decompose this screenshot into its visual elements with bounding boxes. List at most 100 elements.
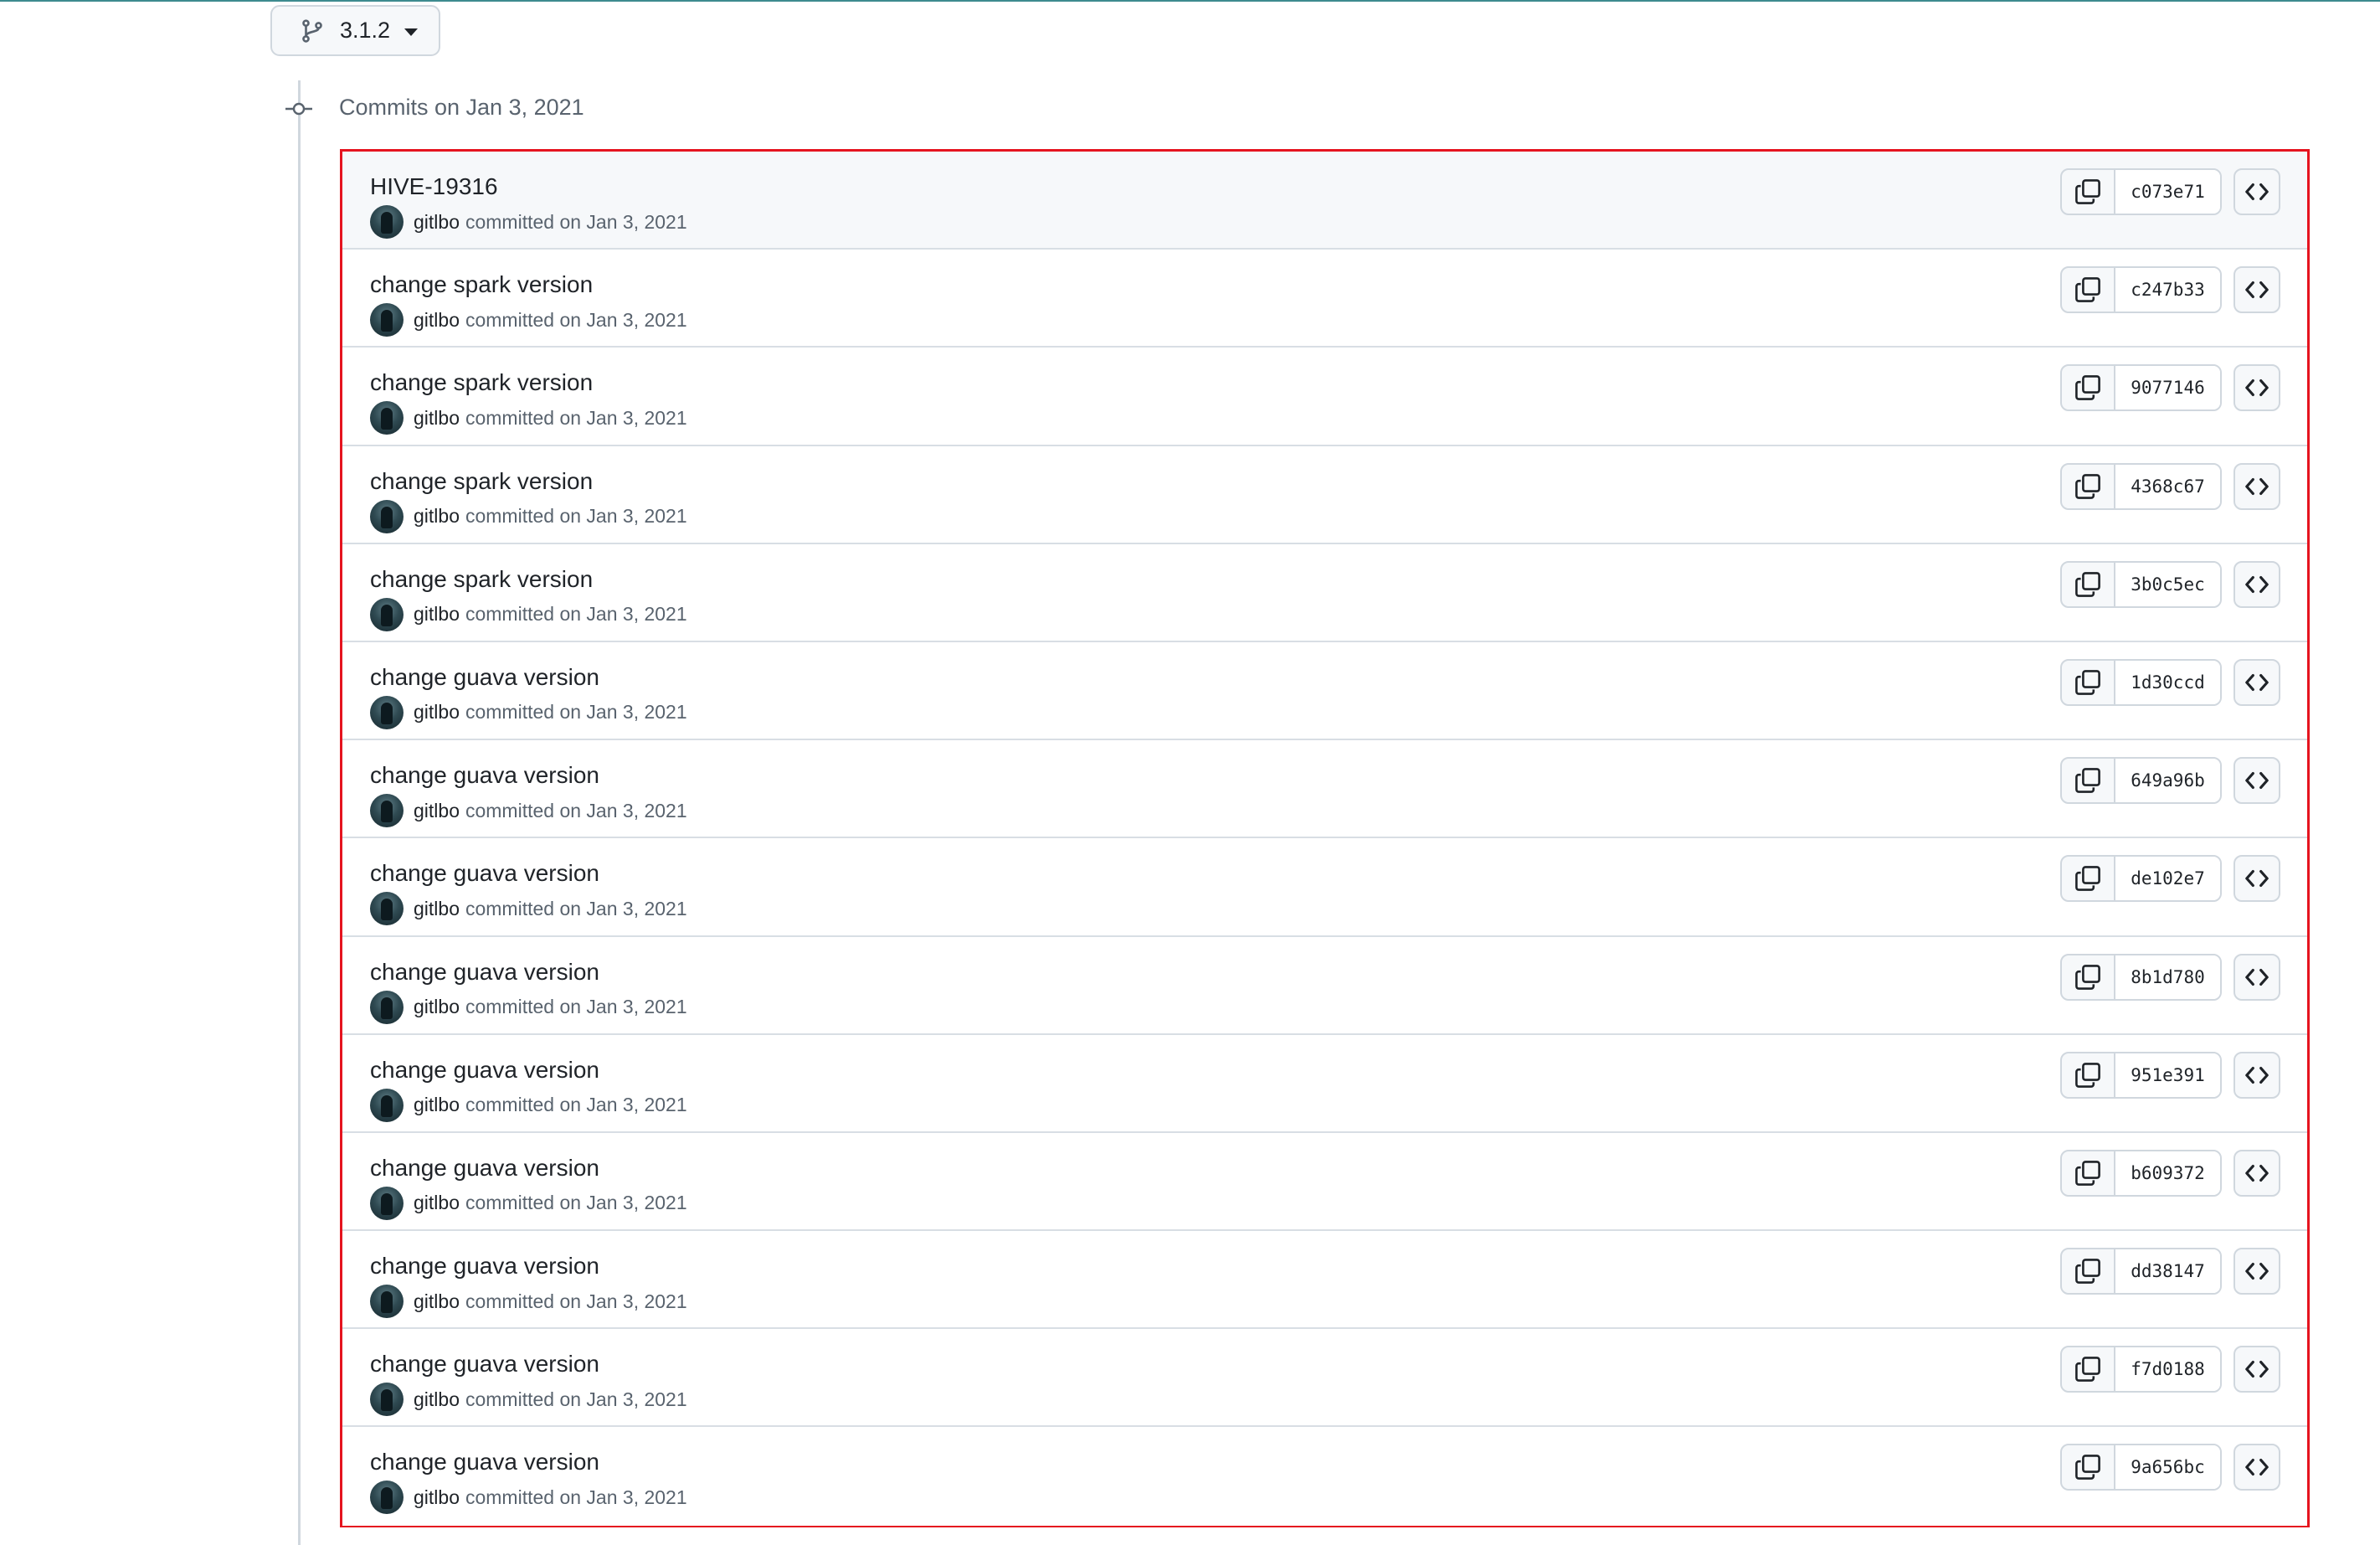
copy-sha-button[interactable] xyxy=(2062,464,2115,508)
avatar[interactable] xyxy=(370,695,404,729)
commit-sha-link[interactable]: c073e71 xyxy=(2115,170,2220,214)
avatar[interactable] xyxy=(370,794,404,828)
author-link[interactable]: gitlbo xyxy=(414,800,460,822)
commit-meta: gitlbo committed on Jan 3, 2021 xyxy=(370,303,687,337)
top-border xyxy=(0,0,2380,2)
avatar[interactable] xyxy=(370,1383,404,1417)
avatar[interactable] xyxy=(370,1186,404,1220)
browse-repository-button[interactable] xyxy=(2233,855,2280,903)
author-link[interactable]: gitlbo xyxy=(414,309,460,332)
avatar[interactable] xyxy=(370,1088,404,1122)
copy-sha-button[interactable] xyxy=(2062,1249,2115,1294)
commit-date: committed on Jan 3, 2021 xyxy=(465,1290,687,1312)
browse-repository-button[interactable] xyxy=(2233,168,2280,215)
avatar[interactable] xyxy=(370,990,404,1024)
commit-sha-link[interactable]: 9a656bc xyxy=(2115,1445,2220,1490)
git-branch-icon xyxy=(302,18,322,43)
commit-title-link[interactable]: change guava version xyxy=(370,762,599,789)
commit-title-link[interactable]: change guava version xyxy=(370,1449,599,1475)
avatar[interactable] xyxy=(370,892,404,926)
browse-repository-button[interactable] xyxy=(2233,266,2280,314)
author-link[interactable]: gitlbo xyxy=(414,898,460,920)
commit-meta: gitlbo committed on Jan 3, 2021 xyxy=(370,205,687,239)
author-link[interactable]: gitlbo xyxy=(414,505,460,528)
copy-sha-button[interactable] xyxy=(2062,170,2115,214)
commit-sha-group: c073e71 xyxy=(2060,168,2222,215)
commit-sha-link[interactable]: de102e7 xyxy=(2115,857,2220,901)
author-link[interactable]: gitlbo xyxy=(414,701,460,724)
commit-row: change guava version gitlbo committed on… xyxy=(342,1329,2307,1428)
copy-sha-button[interactable] xyxy=(2062,1053,2115,1097)
commit-sha-link[interactable]: 4368c67 xyxy=(2115,464,2220,508)
copy-sha-button[interactable] xyxy=(2062,1347,2115,1392)
commit-sha-link[interactable]: f7d0188 xyxy=(2115,1347,2220,1392)
commit-sha-link[interactable]: b609372 xyxy=(2115,1151,2220,1195)
author-link[interactable]: gitlbo xyxy=(414,1388,460,1411)
branch-selector-button[interactable]: 3.1.2 xyxy=(270,5,440,56)
copy-sha-button[interactable] xyxy=(2062,759,2115,803)
browse-repository-button[interactable] xyxy=(2233,1149,2280,1197)
commit-title-link[interactable]: change guava version xyxy=(370,860,599,887)
commit-title-link[interactable]: change spark version xyxy=(370,566,593,593)
author-link[interactable]: gitlbo xyxy=(414,996,460,1018)
commit-title-link[interactable]: change spark version xyxy=(370,271,593,298)
browse-repository-button[interactable] xyxy=(2233,1444,2280,1491)
commit-title-link[interactable]: change guava version xyxy=(370,1155,599,1182)
commit-sha-link[interactable]: dd38147 xyxy=(2115,1249,2220,1294)
commit-title-link[interactable]: change guava version xyxy=(370,959,599,986)
browse-repository-button[interactable] xyxy=(2233,757,2280,805)
author-link[interactable]: gitlbo xyxy=(414,1290,460,1313)
avatar[interactable] xyxy=(370,401,404,435)
commit-title-link[interactable]: change spark version xyxy=(370,369,593,396)
commit-sha-link[interactable]: 951e391 xyxy=(2115,1053,2220,1097)
browse-repository-button[interactable] xyxy=(2233,953,2280,1001)
avatar[interactable] xyxy=(370,303,404,337)
commit-meta: gitlbo committed on Jan 3, 2021 xyxy=(370,990,687,1024)
avatar[interactable] xyxy=(370,205,404,239)
browse-repository-button[interactable] xyxy=(2233,1248,2280,1295)
copy-sha-button[interactable] xyxy=(2062,1445,2115,1490)
browse-repository-button[interactable] xyxy=(2233,658,2280,706)
commit-date: committed on Jan 3, 2021 xyxy=(465,1094,687,1116)
author-link[interactable]: gitlbo xyxy=(414,211,460,234)
copy-sha-button[interactable] xyxy=(2062,1151,2115,1195)
author-link[interactable]: gitlbo xyxy=(414,1094,460,1116)
copy-icon xyxy=(2075,1160,2100,1186)
copy-sha-button[interactable] xyxy=(2062,955,2115,999)
author-link[interactable]: gitlbo xyxy=(414,603,460,626)
commit-title-link[interactable]: change guava version xyxy=(370,1253,599,1280)
commit-sha-link[interactable]: 8b1d780 xyxy=(2115,955,2220,999)
commit-sha-link[interactable]: 649a96b xyxy=(2115,759,2220,803)
commit-title-link[interactable]: change guava version xyxy=(370,664,599,691)
browse-repository-button[interactable] xyxy=(2233,364,2280,412)
commit-sha-link[interactable]: 3b0c5ec xyxy=(2115,562,2220,606)
commit-title-link[interactable]: change guava version xyxy=(370,1351,599,1378)
browse-repository-button[interactable] xyxy=(2233,560,2280,608)
commit-sha-link[interactable]: 9077146 xyxy=(2115,366,2220,410)
browse-repository-button[interactable] xyxy=(2233,462,2280,510)
avatar[interactable] xyxy=(370,1285,404,1319)
commit-sha-link[interactable]: c247b33 xyxy=(2115,268,2220,312)
copy-sha-button[interactable] xyxy=(2062,857,2115,901)
avatar[interactable] xyxy=(370,1481,404,1515)
copy-sha-button[interactable] xyxy=(2062,268,2115,312)
copy-sha-button[interactable] xyxy=(2062,562,2115,606)
browse-repository-button[interactable] xyxy=(2233,1346,2280,1393)
author-link[interactable]: gitlbo xyxy=(414,407,460,430)
copy-icon xyxy=(2075,571,2100,597)
browse-repository-button[interactable] xyxy=(2233,1051,2280,1099)
commit-meta: gitlbo committed on Jan 3, 2021 xyxy=(370,794,687,828)
author-link[interactable]: gitlbo xyxy=(414,1486,460,1509)
copy-sha-button[interactable] xyxy=(2062,366,2115,410)
commit-title-link[interactable]: change spark version xyxy=(370,468,593,495)
commit-date: committed on Jan 3, 2021 xyxy=(465,603,687,626)
avatar[interactable] xyxy=(370,597,404,631)
commit-date: committed on Jan 3, 2021 xyxy=(465,996,687,1017)
commit-title-link[interactable]: change guava version xyxy=(370,1057,599,1084)
commit-sha-group: 1d30ccd xyxy=(2060,658,2222,706)
commit-title-link[interactable]: HIVE-19316 xyxy=(370,173,498,200)
avatar[interactable] xyxy=(370,499,404,533)
copy-sha-button[interactable] xyxy=(2062,660,2115,704)
commit-sha-link[interactable]: 1d30ccd xyxy=(2115,660,2220,704)
author-link[interactable]: gitlbo xyxy=(414,1192,460,1214)
